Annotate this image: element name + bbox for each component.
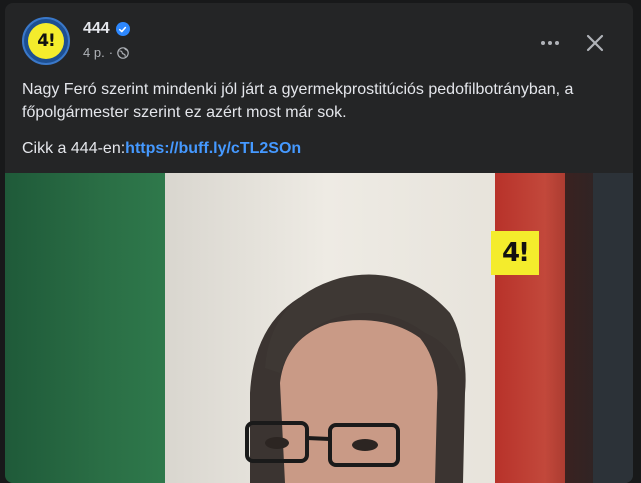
link-prefix: Cikk a 444-en: — [22, 140, 126, 157]
post-link-line: Cikk a 444-en:https://buff.ly/cTL2SOn — [22, 137, 301, 160]
avatar-logo: 4! — [28, 23, 64, 59]
portrait-figure — [245, 274, 466, 483]
verified-badge-icon — [115, 22, 130, 36]
page-name[interactable]: 444 — [83, 20, 110, 38]
background-strip — [593, 173, 633, 483]
post-card: 4! 444 4 p. · Nagy Feró szerint mindenki… — [5, 3, 633, 483]
more-dot — [541, 41, 545, 45]
post-timestamp[interactable]: 4 p. — [83, 45, 105, 60]
444-logo-watermark: 4! — [491, 231, 539, 275]
more-options-icon[interactable] — [532, 25, 568, 61]
post-meta: 4 p. · — [83, 45, 129, 60]
post-image[interactable]: 4! — [5, 173, 633, 483]
meta-separator: · — [108, 45, 114, 60]
more-dot — [555, 41, 559, 45]
page-avatar[interactable]: 4! — [22, 17, 70, 65]
more-dot — [548, 41, 552, 45]
globe-icon[interactable] — [117, 46, 129, 59]
close-icon[interactable] — [577, 25, 613, 61]
post-header: 4! 444 4 p. · — [5, 3, 633, 69]
name-row: 444 — [83, 20, 130, 38]
article-link[interactable]: https://buff.ly/cTL2SOn — [125, 140, 301, 157]
post-message: Nagy Feró szerint mindenki jól járt a gy… — [22, 81, 574, 121]
